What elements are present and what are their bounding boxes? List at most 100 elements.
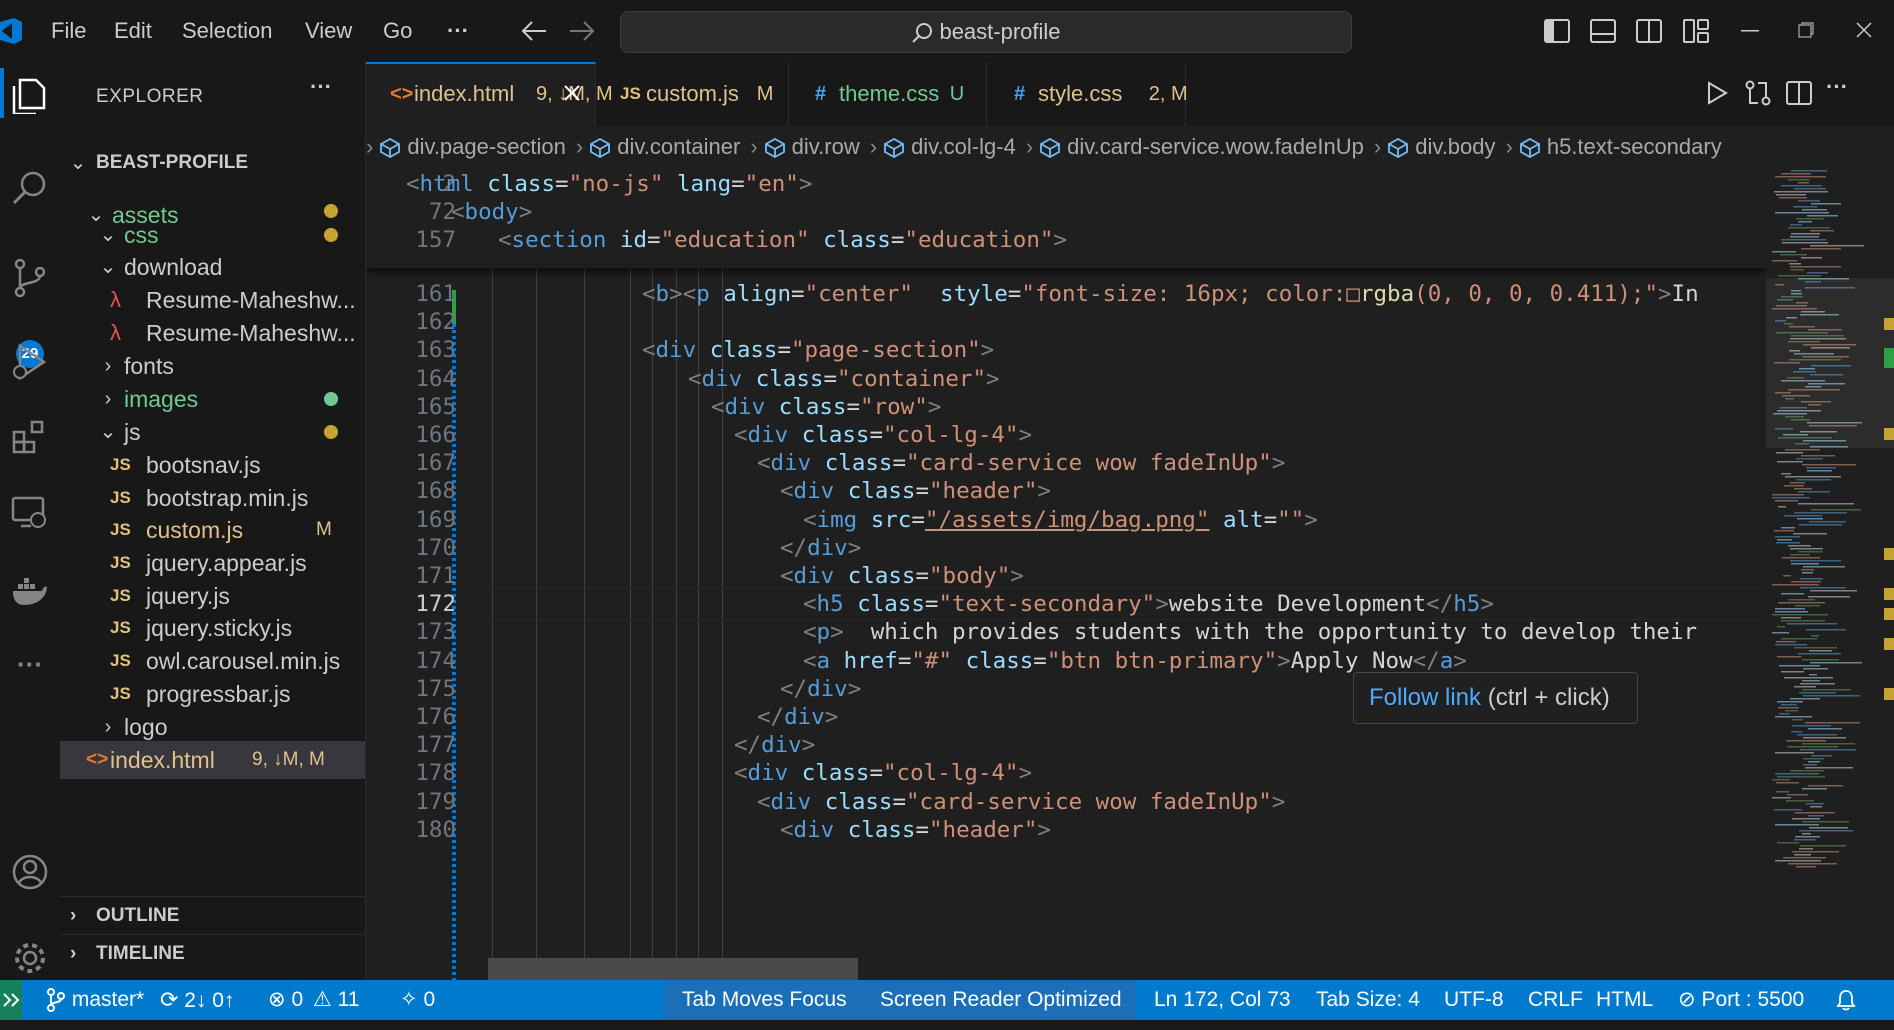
- breadcrumb-item[interactable]: div.col-lg-4: [883, 134, 1016, 159]
- live-server-port[interactable]: ⊘ Port : 5500: [1678, 980, 1804, 1020]
- minimize-window-icon[interactable]: [1741, 30, 1759, 32]
- editor-more-actions[interactable]: ···: [1826, 74, 1848, 100]
- timeline-section[interactable]: › TIMELINE: [60, 934, 365, 973]
- sticky-code-line[interactable]: <section id="education" class="education…: [498, 226, 1067, 254]
- toggle-primary-sidebar-icon[interactable]: [1544, 19, 1570, 43]
- code-line[interactable]: </div>: [780, 534, 861, 562]
- customize-layout-icon[interactable]: [1683, 19, 1709, 43]
- encoding[interactable]: UTF-8: [1444, 980, 1504, 1020]
- forward-arrow-icon[interactable]: [568, 19, 596, 43]
- tab-label: custom.js: [646, 81, 739, 106]
- toggle-panel-icon[interactable]: [1590, 19, 1616, 43]
- cursor-position[interactable]: Ln 172, Col 73: [1154, 980, 1291, 1020]
- close-window-icon[interactable]: [1856, 22, 1872, 38]
- line-ending[interactable]: CRLF: [1528, 980, 1583, 1020]
- menu-go[interactable]: Go: [383, 0, 412, 62]
- code-line[interactable]: <div class="container">: [688, 365, 1000, 393]
- code-line[interactable]: </div>: [757, 703, 838, 731]
- run-debug-icon[interactable]: [0, 332, 60, 392]
- tab-size[interactable]: Tab Size: 4: [1316, 980, 1420, 1020]
- close-tab-icon[interactable]: [562, 83, 582, 103]
- chevron-down-icon: ⌄: [69, 152, 87, 174]
- outline-label: OUTLINE: [96, 905, 180, 926]
- code-line[interactable]: <div class="card-service wow fadeInUp">: [757, 788, 1285, 816]
- docker-icon[interactable]: [0, 562, 60, 622]
- more-views-icon[interactable]: ···: [0, 634, 60, 694]
- outline-section[interactable]: › OUTLINE: [60, 896, 365, 935]
- editor-tab[interactable]: # style.css 2, M: [990, 62, 1188, 126]
- symbol-element-icon: [764, 137, 786, 159]
- sticky-code-line[interactable]: <html class="no-js" lang="en">: [406, 170, 812, 198]
- menu-more[interactable]: ···: [447, 0, 469, 62]
- menu-selection[interactable]: Selection: [182, 0, 273, 62]
- breadcrumb-item[interactable]: h5.text-secondary: [1519, 134, 1722, 159]
- project-header[interactable]: ⌄ BEAST-PROFILE: [60, 144, 365, 182]
- source-control-icon[interactable]: [0, 248, 60, 308]
- accounts-icon[interactable]: [0, 842, 60, 902]
- menu-file[interactable]: File: [51, 0, 86, 62]
- code-line[interactable]: <div class="col-lg-4">: [734, 759, 1032, 787]
- ports-indicator[interactable]: ✧ 0: [400, 980, 435, 1020]
- line-number: 167: [415, 450, 456, 477]
- code-line[interactable]: <div class="row">: [711, 393, 941, 421]
- breadcrumb-item[interactable]: div.page-section: [379, 134, 566, 159]
- restore-window-icon[interactable]: [1798, 22, 1814, 38]
- editor-tab[interactable]: <>index.html9, ↓M, M: [366, 62, 613, 126]
- html-file-icon: <>: [390, 83, 414, 105]
- manage-gear-icon[interactable]: [0, 928, 60, 988]
- code-line[interactable]: <div class="body">: [780, 562, 1024, 590]
- code-line[interactable]: <div class="col-lg-4">: [734, 421, 1032, 449]
- language-mode[interactable]: HTML: [1596, 980, 1653, 1020]
- search-icon[interactable]: [0, 158, 60, 218]
- horizontal-scrollbar[interactable]: [488, 958, 858, 980]
- git-status-dot: [324, 392, 338, 406]
- explorer-more-button[interactable]: ···: [310, 74, 332, 100]
- code-line[interactable]: <img src="/assets/img/bag.png" alt="">: [803, 506, 1318, 534]
- line-number: 177: [415, 732, 456, 759]
- explorer-files-icon[interactable]: [0, 64, 60, 124]
- run-play-icon[interactable]: [1706, 81, 1728, 105]
- breadcrumb-item[interactable]: div.row: [764, 134, 860, 159]
- code-line[interactable]: </div>: [780, 675, 861, 703]
- minimap[interactable]: [1766, 168, 1894, 980]
- code-line[interactable]: <div class="header">: [780, 816, 1051, 844]
- command-center-search[interactable]: beast-profile: [620, 11, 1352, 53]
- code-line[interactable]: </div>: [734, 731, 815, 759]
- problems-indicator[interactable]: ⊗ 0 ⚠ 11: [268, 980, 359, 1020]
- notifications-bell-icon[interactable]: [1836, 989, 1856, 1011]
- menu-edit[interactable]: Edit: [114, 0, 152, 62]
- code-line[interactable]: <h5 class="text-secondary">website Devel…: [803, 590, 1494, 618]
- tab-moves-focus-item[interactable]: Tab Moves Focus: [664, 980, 880, 1020]
- code-line[interactable]: <div class="header">: [780, 477, 1051, 505]
- extensions-icon[interactable]: [0, 408, 60, 468]
- breadcrumb-item[interactable]: div.card-service.wow.fadeInUp: [1039, 134, 1364, 159]
- editor-tab[interactable]: # theme.css U: [791, 62, 987, 126]
- open-changes-icon[interactable]: [1744, 79, 1772, 107]
- css-file-icon: #: [1014, 83, 1026, 105]
- code-line[interactable]: <a href="#" class="btn btn-primary">Appl…: [803, 647, 1467, 675]
- back-arrow-icon[interactable]: [520, 19, 548, 43]
- tab-git-status: U: [949, 83, 965, 105]
- menu-view[interactable]: View: [305, 0, 352, 62]
- toggle-secondary-sidebar-icon[interactable]: [1636, 19, 1662, 43]
- code-editor[interactable]: 161 <b><p align="center" style="font-size…: [366, 168, 1894, 980]
- remote-indicator[interactable]: [0, 980, 22, 1020]
- git-status-dot: [324, 425, 338, 439]
- error-count: 0: [291, 988, 304, 1011]
- line-number: 162: [415, 309, 456, 336]
- follow-link-text[interactable]: Follow link: [1369, 684, 1481, 711]
- git-branch[interactable]: master*: [46, 980, 144, 1020]
- code-line[interactable]: <div class="card-service wow fadeInUp">: [757, 449, 1285, 477]
- breadcrumb-item[interactable]: div.body: [1387, 134, 1496, 159]
- screen-reader-item[interactable]: Screen Reader Optimized: [880, 980, 1136, 1020]
- remote-explorer-icon[interactable]: [0, 482, 60, 542]
- code-line[interactable]: <p> which provides students with the opp…: [803, 618, 1697, 646]
- code-line[interactable]: <div class="page-section">: [642, 336, 994, 364]
- editor-tab[interactable]: JS custom.js M: [596, 62, 789, 126]
- tree-item[interactable]: <> index.html 9, ↓M, M: [60, 741, 365, 779]
- code-line[interactable]: <b><p align="center" style="font-size: 1…: [642, 280, 1699, 308]
- git-sync[interactable]: ⟳ 2↓ 0↑: [160, 980, 234, 1021]
- breadcrumb-item[interactable]: div.container: [589, 134, 740, 159]
- split-editor-icon[interactable]: [1786, 81, 1812, 105]
- sticky-code-line[interactable]: <body>: [451, 198, 532, 226]
